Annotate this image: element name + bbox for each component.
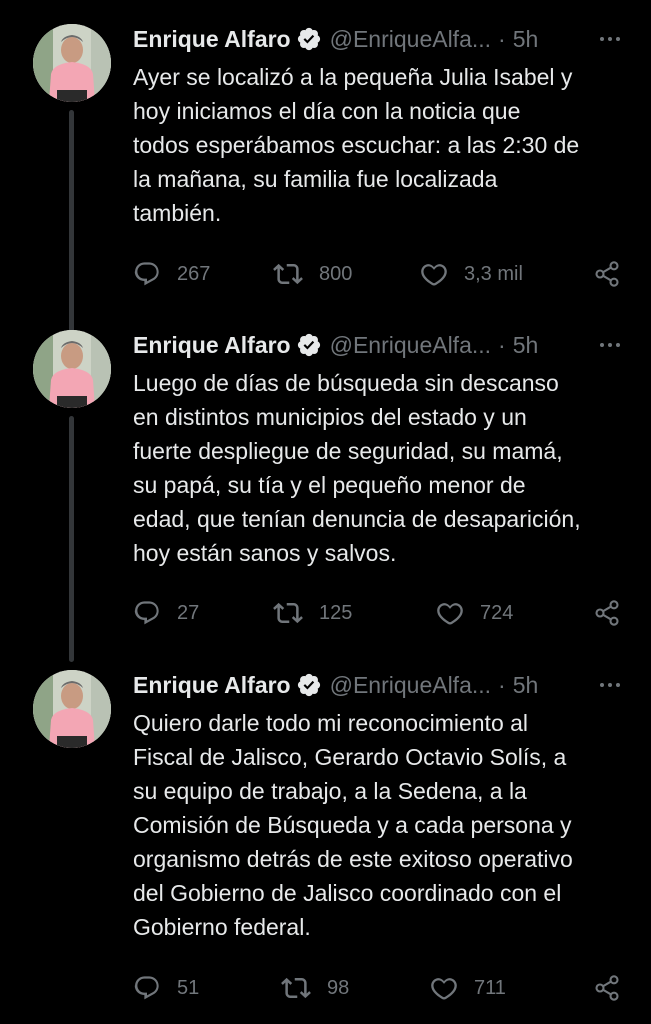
share-icon xyxy=(593,599,621,627)
like-count: 3,3 mil xyxy=(464,262,523,285)
retweet-button[interactable]: 125 xyxy=(273,598,352,628)
author-handle[interactable]: @EnriqueAlfa... xyxy=(330,332,491,359)
share-button[interactable] xyxy=(593,598,621,628)
avatar[interactable] xyxy=(33,330,111,408)
like-count: 711 xyxy=(474,976,506,999)
share-icon xyxy=(593,974,621,1002)
tweet-header: Enrique Alfaro @EnriqueAlfa... · 5h xyxy=(133,330,633,360)
reply-button[interactable]: 267 xyxy=(133,259,210,289)
like-count: 724 xyxy=(480,601,514,624)
verified-badge-icon xyxy=(296,672,322,698)
author-handle[interactable]: @EnriqueAlfa... xyxy=(330,672,491,699)
more-icon[interactable] xyxy=(590,333,630,357)
separator-dot: · xyxy=(498,25,506,52)
retweet-button[interactable]: 98 xyxy=(281,973,349,1003)
author-name[interactable]: Enrique Alfaro xyxy=(133,332,291,359)
reply-button[interactable]: 51 xyxy=(133,973,199,1003)
like-button[interactable]: 711 xyxy=(430,973,506,1003)
retweet-icon xyxy=(273,259,303,289)
tweet-time[interactable]: 5h xyxy=(513,672,539,699)
author-name[interactable]: Enrique Alfaro xyxy=(133,672,291,699)
reply-icon xyxy=(133,260,161,288)
retweet-count: 800 xyxy=(319,262,353,285)
tweet-text: Ayer se localizó a la pequeña Julia Isab… xyxy=(133,64,580,226)
retweet-icon xyxy=(281,973,311,1003)
tweet-actions: 51 98 711 xyxy=(133,973,633,1003)
avatar[interactable] xyxy=(33,670,111,748)
reply-count: 51 xyxy=(177,976,200,999)
tweet-header: Enrique Alfaro @EnriqueAlfa... · 5h xyxy=(133,24,633,54)
separator-dot: · xyxy=(498,671,506,698)
tweet-actions: 27 125 724 xyxy=(133,598,633,628)
tweet-header: Enrique Alfaro @EnriqueAlfa... · 5h xyxy=(133,670,633,700)
tweet-time[interactable]: 5h xyxy=(513,332,539,359)
thread-connector-line xyxy=(69,110,74,336)
separator-dot: · xyxy=(498,331,506,358)
tweet-thread: Enrique Alfaro @EnriqueAlfa... · 5h Ayer… xyxy=(0,0,651,1024)
verified-badge-icon xyxy=(296,26,322,52)
tweet-time[interactable]: 5h xyxy=(513,26,539,53)
heart-icon xyxy=(420,260,448,288)
avatar[interactable] xyxy=(33,24,111,102)
author-handle[interactable]: @EnriqueAlfa... xyxy=(330,26,491,53)
reply-icon xyxy=(133,599,161,627)
reply-count: 267 xyxy=(177,262,211,285)
thread-connector-line xyxy=(69,416,74,662)
author-name[interactable]: Enrique Alfaro xyxy=(133,26,291,53)
heart-icon xyxy=(436,599,464,627)
retweet-button[interactable]: 800 xyxy=(273,259,352,289)
heart-icon xyxy=(430,974,458,1002)
reply-button[interactable]: 27 xyxy=(133,598,199,628)
verified-badge-icon xyxy=(296,332,322,358)
like-button[interactable]: 724 xyxy=(436,598,513,628)
more-icon[interactable] xyxy=(590,27,630,51)
more-icon[interactable] xyxy=(590,673,630,697)
share-button[interactable] xyxy=(593,259,621,289)
reply-icon xyxy=(133,974,161,1002)
tweet-actions: 267 800 3,3 mil xyxy=(133,259,633,289)
share-icon xyxy=(593,260,621,288)
tweet-text: Quiero darle todo mi reconocimiento al F… xyxy=(133,710,573,940)
reply-count: 27 xyxy=(177,601,200,624)
share-button[interactable] xyxy=(593,973,621,1003)
retweet-count: 98 xyxy=(327,976,350,999)
like-button[interactable]: 3,3 mil xyxy=(420,259,523,289)
retweet-icon xyxy=(273,598,303,628)
retweet-count: 125 xyxy=(319,601,353,624)
tweet-text: Luego de días de búsqueda sin descanso e… xyxy=(133,370,581,566)
